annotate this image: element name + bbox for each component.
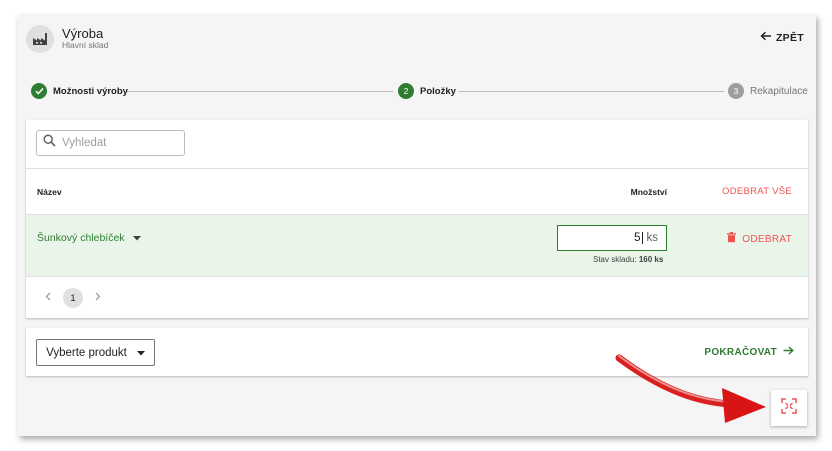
table-header: Název Množství ODEBRAT VŠE bbox=[26, 168, 808, 214]
column-header-quantity: Množství bbox=[630, 187, 667, 197]
quantity-value: 5 bbox=[634, 232, 643, 244]
product-dropdown[interactable]: Šunkový chlebíček bbox=[37, 232, 141, 244]
search-icon bbox=[43, 134, 56, 152]
select-product-dropdown[interactable]: Vyberte produkt bbox=[36, 339, 155, 366]
stepper-connector bbox=[126, 91, 393, 92]
back-label: ZPĚT bbox=[775, 31, 804, 44]
column-header-name: Název bbox=[37, 187, 62, 197]
pagination: 1 bbox=[26, 276, 808, 318]
page-number-button[interactable]: 1 bbox=[63, 288, 83, 308]
product-name: Šunkový chlebíček bbox=[37, 232, 125, 244]
stepper: Možnosti výroby 2 Položky 3 Rekapitulace bbox=[18, 83, 816, 103]
step-label: Položky bbox=[420, 85, 456, 97]
chevron-right-icon[interactable] bbox=[95, 292, 101, 304]
stock-value: 160 ks bbox=[638, 255, 664, 264]
stepper-connector bbox=[458, 91, 724, 92]
stock-info: Stav skladu: 160 ks bbox=[593, 255, 663, 264]
continue-label: POKRAČOVAT bbox=[704, 346, 777, 358]
scan-icon bbox=[781, 397, 797, 419]
step-rekapitulace[interactable]: 3 Rekapitulace bbox=[728, 83, 808, 99]
caret-down-icon bbox=[136, 347, 145, 359]
trash-icon bbox=[727, 232, 737, 246]
step-polozky[interactable]: 2 Položky bbox=[398, 83, 456, 99]
step-number: 2 bbox=[398, 83, 414, 99]
select-product-label: Vyberte produkt bbox=[46, 346, 127, 359]
arrow-left-icon bbox=[760, 31, 772, 44]
quantity-input[interactable]: 5 ks bbox=[557, 225, 667, 251]
stock-label: Stav skladu: bbox=[593, 255, 637, 264]
quantity-unit: ks bbox=[646, 232, 659, 244]
continue-button[interactable]: POKRAČOVAT bbox=[704, 346, 794, 358]
remove-all-button[interactable]: ODEBRAT VŠE bbox=[722, 186, 792, 197]
remove-label: ODEBRAT bbox=[742, 233, 792, 245]
scan-barcode-button[interactable] bbox=[771, 390, 807, 426]
actions-card: Vyberte produkt POKRAČOVAT bbox=[26, 328, 808, 376]
caret-down-icon bbox=[132, 232, 141, 244]
step-number: 3 bbox=[728, 83, 744, 99]
search-input[interactable] bbox=[62, 137, 172, 149]
check-icon bbox=[31, 83, 47, 99]
step-moznosti-vyroby[interactable]: Možnosti výroby bbox=[31, 83, 128, 99]
chevron-left-icon[interactable] bbox=[45, 292, 51, 304]
step-label: Možnosti výroby bbox=[53, 85, 128, 97]
arrow-right-icon bbox=[783, 346, 794, 358]
factory-icon bbox=[26, 25, 54, 53]
step-label: Rekapitulace bbox=[750, 85, 808, 97]
page-title: Výroba bbox=[62, 26, 104, 41]
items-card: Název Množství ODEBRAT VŠE Šunkový chleb… bbox=[26, 120, 808, 318]
warehouse-subtitle: Hlavní sklad bbox=[62, 40, 109, 50]
app-window: Výroba Hlavní sklad ZPĚT Možnosti výroby… bbox=[18, 15, 816, 436]
back-button[interactable]: ZPĚT bbox=[760, 31, 804, 44]
remove-item-button[interactable]: ODEBRAT bbox=[727, 232, 792, 246]
search-field[interactable] bbox=[36, 130, 185, 156]
table-row: Šunkový chlebíček 5 ks Stav skladu: 160 … bbox=[26, 214, 808, 276]
